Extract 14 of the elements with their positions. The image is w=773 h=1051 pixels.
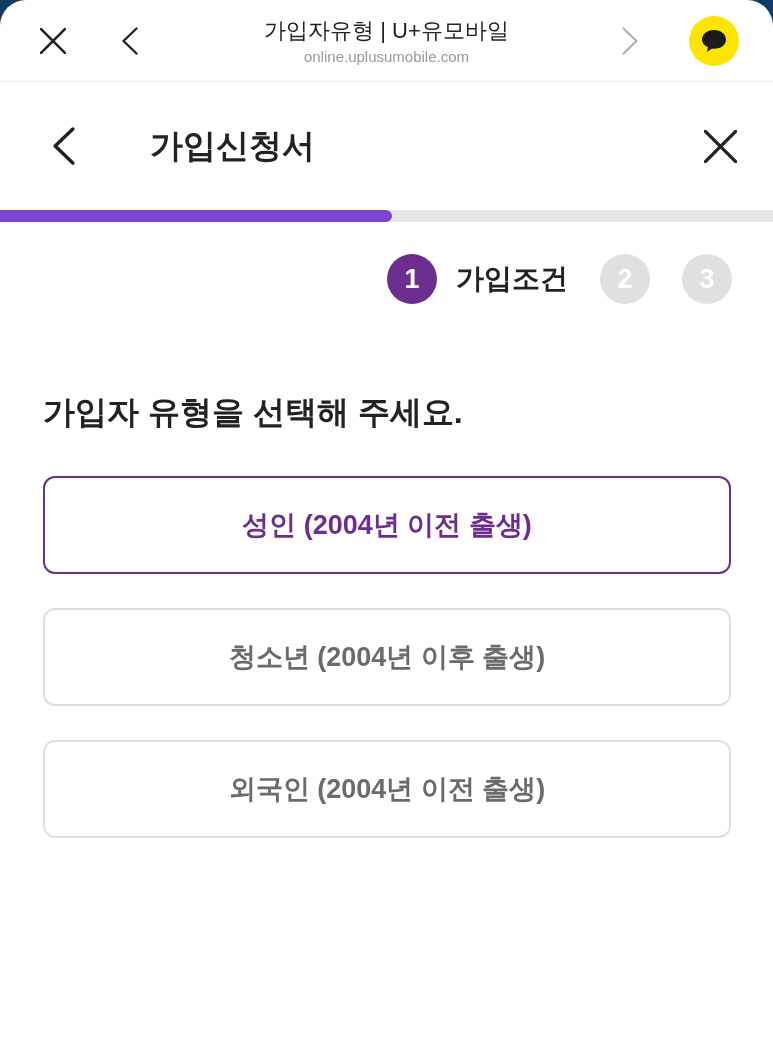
step-number: 1 — [387, 254, 437, 304]
header-title: 가입신청서 — [150, 125, 316, 166]
back-icon[interactable] — [122, 26, 138, 55]
question-heading: 가입자 유형을 선택해 주세요. — [43, 393, 464, 432]
back-icon[interactable] — [53, 127, 75, 165]
step-label: 가입조건 — [456, 262, 568, 296]
close-icon[interactable] — [704, 129, 737, 163]
chat-bubble-icon[interactable] — [689, 15, 739, 66]
page-url: online.uplusumobile.com — [303, 47, 470, 66]
page-title: 가입자유형 | U+유모바일 — [264, 17, 509, 44]
option-button[interactable]: 외국인 (2004년 이전 출생) — [43, 740, 731, 838]
option-button[interactable]: 성인 (2004년 이전 출생) — [43, 476, 731, 574]
close-icon[interactable] — [40, 27, 66, 54]
option-button[interactable]: 청소년 (2004년 이후 출생) — [43, 608, 731, 706]
